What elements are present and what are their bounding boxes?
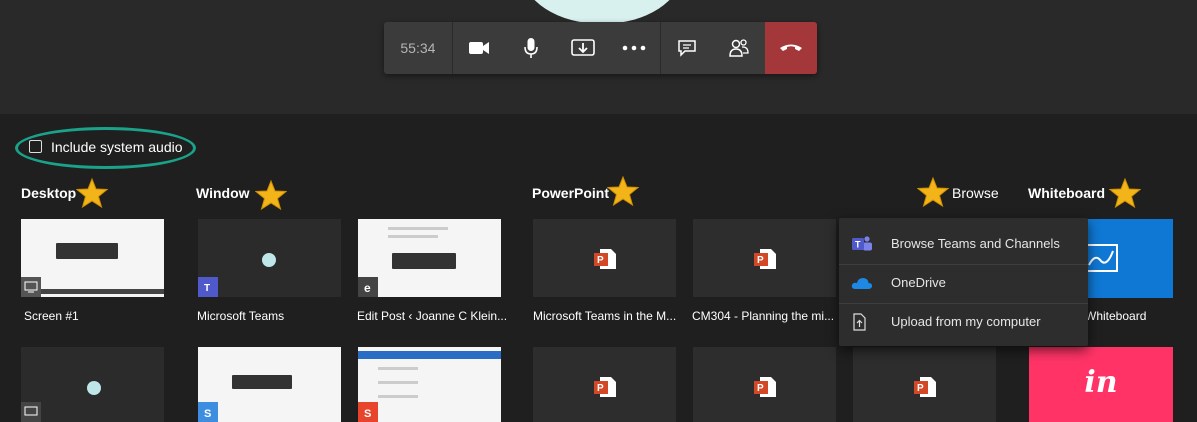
avatar bbox=[87, 381, 101, 395]
star-annotation-icon bbox=[607, 175, 639, 207]
thumbnail-preview bbox=[56, 243, 118, 259]
participants-button[interactable] bbox=[713, 22, 765, 74]
thumbnail-caption: Edit Post ‹ Joanne C Klein... bbox=[357, 309, 508, 323]
powerpoint-file-icon: P bbox=[754, 249, 776, 269]
more-actions-button[interactable] bbox=[608, 22, 660, 74]
powerpoint-file-thumbnail[interactable]: P bbox=[693, 347, 836, 422]
chat-button[interactable] bbox=[661, 22, 713, 74]
include-audio-label[interactable]: Include system audio bbox=[51, 139, 183, 155]
thumbnail-text bbox=[378, 381, 418, 384]
section-desktop: Desktop bbox=[21, 185, 77, 201]
thumbnail-caption: CM304 - Planning the mi... bbox=[692, 309, 835, 323]
powerpoint-file-thumbnail[interactable]: P bbox=[533, 347, 676, 422]
powerpoint-file-thumbnail[interactable]: P bbox=[533, 219, 676, 297]
screen-icon bbox=[21, 402, 41, 422]
powerpoint-file-thumbnail[interactable]: P bbox=[693, 219, 836, 297]
svg-text:T: T bbox=[855, 239, 861, 249]
thumbnail-header bbox=[358, 351, 501, 359]
participant-avatar bbox=[522, 0, 682, 24]
snagit-icon: S bbox=[358, 402, 378, 422]
onedrive-icon bbox=[851, 277, 873, 289]
thumbnail-caption: Whiteboard bbox=[1085, 309, 1147, 323]
thumbnail-taskbar bbox=[21, 289, 164, 294]
svg-text:S: S bbox=[204, 408, 211, 419]
desktop-screen-thumbnail[interactable] bbox=[21, 347, 164, 422]
thumbnail-preview bbox=[232, 375, 292, 389]
star-annotation-icon bbox=[1109, 177, 1141, 209]
hang-up-button[interactable] bbox=[765, 22, 817, 74]
thumbnail-caption: Microsoft Teams in the M... bbox=[533, 309, 677, 323]
teams-icon: T bbox=[198, 277, 218, 297]
thumbnail-text bbox=[388, 235, 438, 238]
screen-icon bbox=[21, 277, 41, 297]
avatar bbox=[262, 253, 276, 267]
thumbnail-caption: Microsoft Teams bbox=[197, 309, 285, 323]
svg-text:T: T bbox=[204, 283, 210, 294]
window-thumbnail[interactable]: S bbox=[198, 347, 341, 422]
microphone-icon bbox=[523, 38, 538, 58]
invision-logo: in bbox=[1084, 365, 1118, 400]
menu-item-browse-teams[interactable]: T Browse Teams and Channels bbox=[839, 224, 1088, 263]
invision-whiteboard-tile[interactable]: in bbox=[1029, 347, 1173, 422]
browse-button[interactable]: Browse bbox=[952, 185, 999, 201]
edge-icon: e bbox=[358, 277, 378, 297]
powerpoint-file-icon: P bbox=[594, 249, 616, 269]
camera-button[interactable] bbox=[453, 22, 505, 74]
svg-text:P: P bbox=[917, 383, 924, 394]
thumbnail-caption: Screen #1 bbox=[24, 309, 79, 323]
svg-text:S: S bbox=[364, 408, 371, 419]
chat-icon bbox=[678, 40, 697, 57]
hang-up-icon bbox=[780, 44, 803, 51]
teams-icon: T bbox=[852, 235, 872, 250]
star-annotation-icon bbox=[76, 177, 108, 209]
window-thumbnail[interactable]: S bbox=[358, 347, 501, 422]
star-annotation-icon bbox=[917, 176, 949, 208]
powerpoint-file-icon: P bbox=[914, 377, 936, 397]
include-audio-checkbox[interactable] bbox=[29, 140, 42, 153]
powerpoint-file-icon: P bbox=[594, 377, 616, 397]
upload-file-icon bbox=[853, 312, 866, 331]
desktop-screen-thumbnail[interactable] bbox=[21, 219, 164, 297]
menu-item-label: OneDrive bbox=[891, 275, 946, 290]
thumbnail-text bbox=[388, 227, 448, 230]
window-thumbnail-teams[interactable]: T bbox=[198, 219, 341, 297]
menu-item-label: Upload from my computer bbox=[891, 314, 1041, 329]
more-icon bbox=[623, 45, 646, 51]
microphone-button[interactable] bbox=[505, 22, 557, 74]
svg-text:P: P bbox=[757, 255, 764, 266]
app-icon: S bbox=[198, 402, 218, 422]
call-controls-bar: 55:34 bbox=[384, 22, 817, 74]
thumbnail-preview bbox=[392, 253, 456, 269]
svg-text:P: P bbox=[597, 255, 604, 266]
section-whiteboard: Whiteboard bbox=[1028, 185, 1105, 201]
browse-menu: T Browse Teams and Channels OneDrive Upl… bbox=[839, 218, 1088, 346]
menu-item-label: Browse Teams and Channels bbox=[891, 236, 1060, 251]
participants-icon bbox=[729, 39, 749, 57]
star-annotation-icon bbox=[255, 179, 287, 211]
thumbnail-text bbox=[378, 367, 418, 370]
share-tray-button[interactable] bbox=[557, 22, 609, 74]
svg-text:P: P bbox=[757, 383, 764, 394]
svg-text:P: P bbox=[597, 383, 604, 394]
powerpoint-file-thumbnail[interactable]: P bbox=[853, 347, 996, 422]
window-thumbnail-edge[interactable]: e bbox=[358, 219, 501, 297]
menu-item-upload[interactable]: Upload from my computer bbox=[839, 302, 1088, 341]
powerpoint-file-icon: P bbox=[754, 377, 776, 397]
call-timer: 55:34 bbox=[384, 22, 453, 74]
section-powerpoint: PowerPoint bbox=[532, 185, 610, 201]
share-tray-icon bbox=[570, 39, 595, 56]
section-window: Window bbox=[196, 185, 250, 201]
camera-icon bbox=[468, 42, 489, 54]
svg-text:e: e bbox=[364, 281, 371, 294]
menu-item-onedrive[interactable]: OneDrive bbox=[839, 263, 1088, 302]
thumbnail-text bbox=[378, 395, 418, 398]
